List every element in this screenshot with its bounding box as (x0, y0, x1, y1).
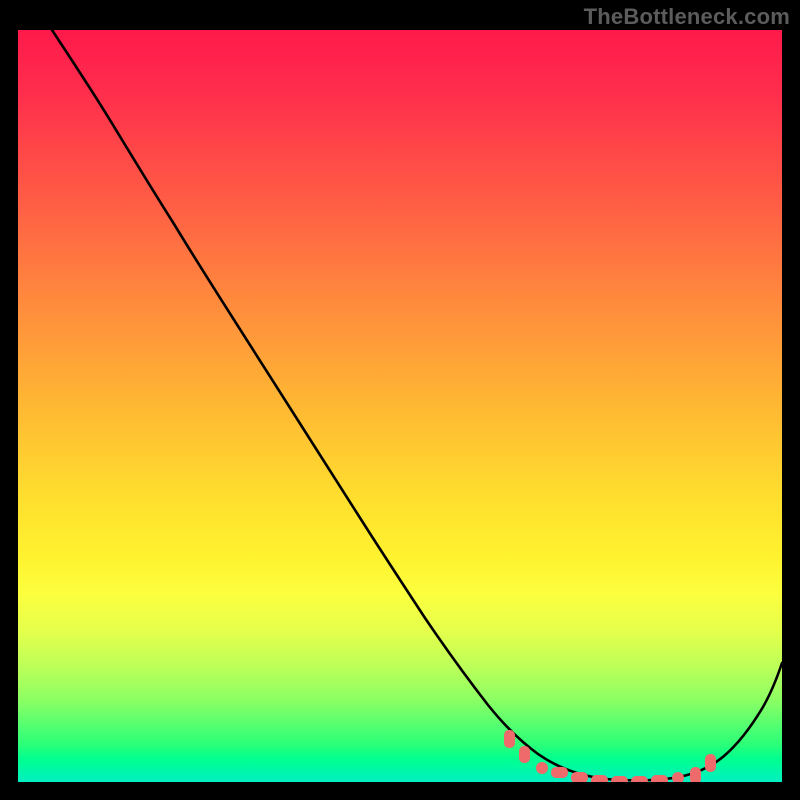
bottleneck-curve (52, 30, 782, 780)
marker-dot (536, 762, 548, 774)
marker-dot (611, 776, 628, 782)
marker-dot (591, 775, 608, 782)
marker-dot (690, 767, 701, 782)
curve-markers (504, 730, 716, 782)
marker-dot (651, 775, 668, 782)
marker-dot (504, 730, 515, 748)
plot-area (18, 30, 782, 782)
marker-dot (551, 767, 568, 778)
marker-dot (519, 746, 530, 763)
marker-dot (705, 754, 716, 772)
marker-dot (631, 776, 648, 782)
curve-svg (18, 30, 782, 782)
marker-dot (571, 772, 588, 782)
marker-dot (672, 772, 684, 782)
watermark-text: TheBottleneck.com (584, 4, 790, 30)
chart-frame: TheBottleneck.com (0, 0, 800, 800)
